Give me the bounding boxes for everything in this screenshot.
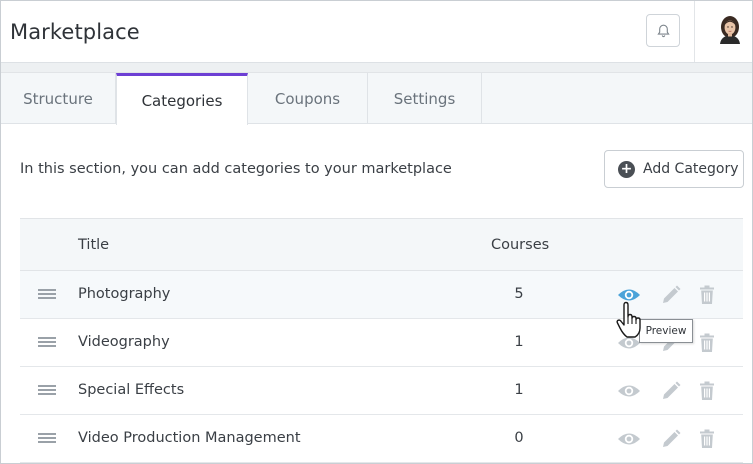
category-title: Special Effects (78, 382, 185, 398)
course-count: 1 (514, 334, 524, 350)
course-count: 0 (514, 430, 524, 446)
table-row: Special Effects 1 (20, 367, 743, 415)
header-spacer (1, 63, 752, 73)
notifications-button[interactable] (646, 14, 680, 47)
eye-icon (618, 385, 640, 397)
trash-icon (700, 429, 714, 448)
add-category-button[interactable]: + Add Category (604, 150, 744, 188)
delete-button[interactable] (695, 428, 719, 450)
delete-button[interactable] (695, 284, 719, 306)
tab-bar: Structure Categories Coupons Settings (1, 73, 752, 125)
edit-button[interactable] (659, 284, 683, 306)
edit-button[interactable] (659, 428, 683, 450)
trash-icon (700, 333, 714, 352)
user-avatar[interactable] (717, 14, 743, 44)
drag-handle-icon[interactable] (38, 289, 56, 300)
edit-button[interactable] (659, 380, 683, 402)
table-row: Video Production Management 0 (20, 415, 743, 463)
top-header: Marketplace (1, 1, 752, 63)
eye-icon (618, 433, 640, 445)
drag-handle-icon[interactable] (38, 433, 56, 444)
header-divider (694, 1, 695, 62)
category-title: Videography (78, 334, 170, 350)
plus-circle-icon: + (618, 160, 635, 178)
trash-icon (700, 285, 714, 304)
tab-categories[interactable]: Categories (116, 73, 248, 125)
drag-handle-icon[interactable] (38, 385, 56, 396)
hand-cursor-icon (616, 301, 641, 338)
preview-tooltip: Preview (639, 319, 693, 343)
page-title: Marketplace (10, 20, 140, 44)
delete-button[interactable] (695, 332, 719, 354)
course-count: 5 (514, 286, 524, 302)
tab-structure[interactable]: Structure (1, 73, 116, 124)
table-header: Title Courses (20, 218, 743, 271)
categories-table: Title Courses Photography 5 Videography … (20, 218, 743, 463)
preview-button[interactable] (617, 428, 641, 450)
column-header-title: Title (78, 237, 110, 253)
app-window: Marketplace Structure Categories Coupons… (0, 0, 753, 464)
pencil-icon (663, 429, 681, 447)
column-header-courses: Courses (491, 237, 550, 253)
category-title: Video Production Management (78, 430, 301, 446)
course-count: 1 (514, 382, 524, 398)
bell-icon (656, 24, 670, 37)
section-description: In this section, you can add categories … (20, 161, 452, 177)
preview-button[interactable] (617, 380, 641, 402)
tab-coupons[interactable]: Coupons (248, 73, 368, 124)
drag-handle-icon[interactable] (38, 337, 56, 348)
pencil-icon (663, 381, 681, 399)
tab-settings[interactable]: Settings (368, 73, 482, 124)
delete-button[interactable] (695, 380, 719, 402)
add-category-label: Add Category (643, 161, 739, 177)
category-title: Photography (78, 286, 171, 302)
pencil-icon (663, 285, 681, 303)
trash-icon (700, 381, 714, 400)
